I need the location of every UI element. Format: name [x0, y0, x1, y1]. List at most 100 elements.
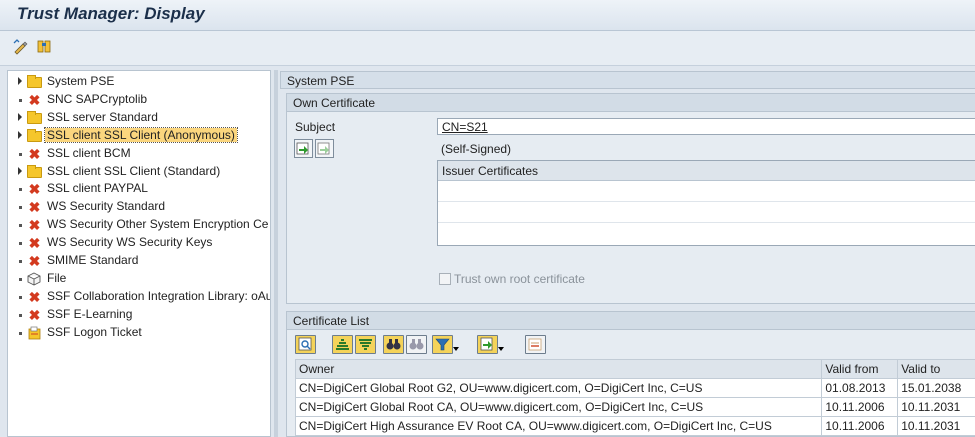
sort-ascending-icon — [336, 339, 349, 350]
tree-item-ssl-client-ssl-client-anonymous[interactable]: SSL client SSL Client (Anonymous) — [8, 126, 270, 145]
tree-item-ws-security-standard[interactable]: ✖ WS Security Standard — [8, 198, 270, 216]
cell-owner: CN=DigiCert Global Root CA, OU=www.digic… — [294, 397, 823, 417]
error-x-icon: ✖ — [28, 145, 41, 162]
table-row[interactable]: CN=DigiCert Global Root CA, OU=www.digic… — [294, 397, 975, 417]
bullet-icon — [19, 98, 22, 102]
file-cube-icon — [27, 272, 42, 286]
tree-item-ssf-e-learning[interactable]: ✖ SSF E-Learning — [8, 306, 270, 324]
sort-descending-button[interactable] — [355, 335, 376, 354]
bullet-icon — [19, 295, 22, 299]
self-signed-text: (Self-Signed) — [441, 142, 512, 156]
sort-descending-icon — [359, 339, 372, 350]
trust-own-root-label: Trust own root certificate — [454, 272, 585, 286]
tree-item-label: SSL server Standard — [47, 109, 158, 124]
folder-icon — [27, 110, 42, 124]
error-x-icon: ✖ — [28, 306, 41, 323]
tree-item-label: SSL client PAYPAL — [47, 181, 148, 196]
tree-item-label: SSF Logon Ticket — [47, 324, 142, 339]
remove-certificate-button[interactable] — [525, 335, 546, 354]
remove-icon — [528, 338, 542, 351]
find-next-button[interactable] — [406, 335, 427, 354]
folder-icon — [27, 164, 42, 178]
pse-tree[interactable]: System PSE ✖ SNC SAPCryptolib SSL server St… — [7, 70, 271, 437]
certificate-list-heading: Certificate List — [287, 312, 975, 330]
tree-item-ssl-client-paypal[interactable]: ✖ SSL client PAYPAL — [8, 180, 270, 198]
column-header-valid-from[interactable]: Valid from — [821, 359, 899, 379]
expand-arrow-icon[interactable] — [18, 166, 22, 175]
tree-item-system-pse[interactable]: System PSE — [8, 73, 270, 91]
expand-arrow-icon[interactable] — [18, 130, 22, 139]
tree-item-ssf-collaboration-integration-library-oau[interactable]: ✖ SSF Collaboration Integration Library: … — [8, 288, 271, 306]
error-x-icon: ✖ — [28, 199, 41, 216]
certificate-list-table[interactable]: Owner Valid from Valid to CN=DigiCert Gl… — [294, 359, 975, 436]
error-x-icon: ✖ — [28, 288, 41, 305]
table-row[interactable]: CN=DigiCert High Assurance EV Root CA, O… — [294, 416, 975, 436]
bullet-icon — [19, 152, 22, 156]
column-header-valid-to[interactable]: Valid to — [897, 359, 975, 379]
binoculars-icon — [386, 339, 401, 350]
sort-ascending-button[interactable] — [332, 335, 353, 354]
checkbox-box[interactable] — [439, 273, 451, 285]
bullet-icon — [19, 206, 22, 210]
folder-icon — [27, 75, 42, 88]
export-icon — [317, 142, 330, 155]
binoculars-next-icon — [409, 339, 424, 350]
cell-valid-to: 15.01.2038 — [897, 378, 975, 398]
cell-owner: CN=DigiCert High Assurance EV Root CA, O… — [294, 416, 823, 436]
column-header-owner[interactable]: Owner — [294, 359, 823, 379]
import-certificate-button[interactable] — [294, 139, 313, 158]
tree-item-label: WS Security WS Security Keys — [47, 235, 213, 250]
issuer-row[interactable] — [438, 181, 975, 202]
tree-item-smime-standard[interactable]: ✖ SMIME Standard — [8, 252, 270, 270]
issuer-certificates-table[interactable]: Issuer Certificates — [437, 160, 975, 246]
certificate-list-group: Certificate List Owner Valid from Valid … — [286, 311, 975, 437]
export-list-button[interactable] — [477, 335, 504, 354]
tree-item-label: SSF Collaboration Integration Library: o… — [47, 288, 271, 303]
export-certificate-button[interactable] — [315, 139, 334, 158]
splitter-handle[interactable] — [274, 70, 278, 437]
cell-valid-from: 01.08.2013 — [821, 378, 899, 398]
chevron-down-icon — [498, 347, 504, 351]
application-toolbar — [0, 31, 975, 66]
ticket-icon — [27, 326, 42, 340]
tree-item-label: System PSE — [47, 74, 115, 88]
page-title: Trust Manager: Display — [17, 4, 205, 23]
tree-item-ssl-client-bcm[interactable]: ✖ SSL client BCM — [8, 145, 270, 163]
error-x-icon: ✖ — [28, 181, 41, 198]
expand-arrow-icon[interactable] — [18, 112, 22, 121]
import-icon — [296, 142, 309, 155]
tree-item-label: SMIME Standard — [47, 253, 139, 267]
tree-item-label: SSL client BCM — [47, 145, 131, 160]
tree-item-ssf-logon-ticket[interactable]: SSF Logon Ticket — [8, 324, 270, 342]
table-row[interactable]: CN=DigiCert Global Root G2, OU=www.digic… — [294, 378, 975, 398]
tree-item-file[interactable]: File — [8, 270, 270, 288]
folder-icon — [27, 128, 42, 142]
issuer-row[interactable] — [438, 202, 975, 223]
subject-value[interactable]: CN=S21 — [437, 118, 975, 135]
details-button[interactable] — [295, 335, 316, 354]
own-certificate-group: Own Certificate Subject CN=S21 (Self-Sig… — [286, 93, 975, 304]
own-certificate-heading: Own Certificate — [287, 94, 975, 112]
pse-title: System PSE — [280, 71, 975, 89]
cell-owner: CN=DigiCert Global Root G2, OU=www.digic… — [294, 378, 823, 398]
error-x-icon: ✖ — [28, 253, 41, 269]
tree-item-snc-sapcryptolib[interactable]: ✖ SNC SAPCryptolib — [8, 91, 270, 109]
bullet-icon — [19, 224, 22, 228]
tree-item-ws-security-other-system-encryption-ce[interactable]: ✖ WS Security Other System Encryption Ce — [8, 216, 270, 234]
subject-label: Subject — [295, 120, 336, 134]
trust-own-root-checkbox[interactable]: Trust own root certificate — [439, 272, 585, 286]
find-button[interactable] — [383, 335, 404, 354]
tree-item-ssl-client-ssl-client-standard[interactable]: SSL client SSL Client (Standard) — [8, 163, 270, 181]
tree-item-ssl-server-standard[interactable]: SSL server Standard — [8, 109, 270, 127]
issuer-row[interactable] — [438, 223, 975, 244]
tree-item-label: SSL client SSL Client (Standard) — [47, 163, 221, 178]
tree-item-ws-security-ws-security-keys[interactable]: ✖ WS Security WS Security Keys — [8, 234, 270, 252]
bullet-icon — [19, 331, 22, 335]
expand-arrow-icon[interactable] — [18, 77, 22, 85]
where-used-icon[interactable] — [36, 38, 54, 56]
filter-button[interactable] — [432, 335, 459, 354]
error-x-icon: ✖ — [28, 235, 41, 252]
bullet-icon — [19, 313, 22, 317]
change-display-icon[interactable] — [12, 38, 30, 56]
title-bar: Trust Manager: Display — [0, 0, 975, 31]
